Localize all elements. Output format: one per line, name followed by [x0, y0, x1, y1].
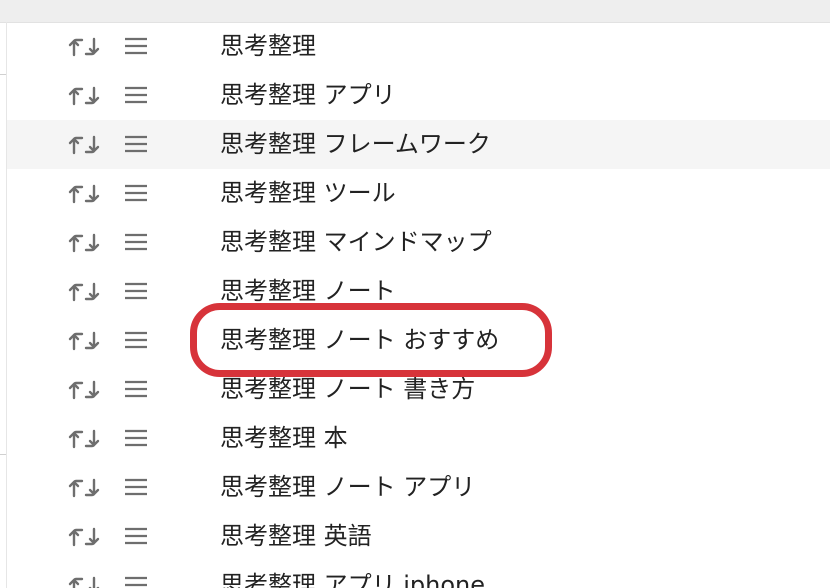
suggestion-row-highlighted[interactable]: 思考整理 ノート おすすめ: [7, 316, 830, 365]
menu-icon[interactable]: [124, 428, 148, 448]
menu-icon[interactable]: [124, 183, 148, 203]
retweet-icon[interactable]: [67, 183, 101, 205]
suggestion-keyword[interactable]: 思考整理 ノート: [220, 276, 396, 306]
menu-icon[interactable]: [124, 330, 148, 350]
suggestion-row[interactable]: 思考整理: [7, 22, 830, 71]
retweet-icon[interactable]: [67, 477, 101, 499]
suggestion-keyword[interactable]: 思考整理 ノート アプリ: [220, 472, 475, 502]
suggestion-list: 思考整理 思考整理 アプリ 思考整理 フレームワーク 思考整理 ツール 思考整理…: [7, 22, 830, 588]
suggestion-row[interactable]: 思考整理 アプリ iphone: [7, 561, 830, 588]
menu-icon[interactable]: [124, 36, 148, 56]
suggestion-row[interactable]: 思考整理 ノート 書き方: [7, 365, 830, 414]
suggestion-row[interactable]: 思考整理 マインドマップ: [7, 218, 830, 267]
retweet-icon[interactable]: [67, 281, 101, 303]
retweet-icon[interactable]: [67, 36, 101, 58]
menu-icon[interactable]: [124, 134, 148, 154]
retweet-icon[interactable]: [67, 428, 101, 450]
retweet-icon[interactable]: [67, 232, 101, 254]
retweet-icon[interactable]: [67, 134, 101, 156]
left-panel-divider: [0, 74, 6, 75]
suggestion-keyword[interactable]: 思考整理 英語: [220, 521, 372, 551]
suggestion-keyword[interactable]: 思考整理: [220, 31, 316, 61]
menu-icon[interactable]: [124, 281, 148, 301]
retweet-icon[interactable]: [67, 575, 101, 588]
menu-icon[interactable]: [124, 477, 148, 497]
menu-icon[interactable]: [124, 232, 148, 252]
menu-icon[interactable]: [124, 526, 148, 546]
suggestion-keyword[interactable]: 思考整理 ノート 書き方: [220, 374, 475, 404]
suggestion-row[interactable]: 思考整理 ノート: [7, 267, 830, 316]
suggestion-row[interactable]: 思考整理 アプリ: [7, 71, 830, 120]
header-band: [0, 0, 830, 23]
suggestion-keyword[interactable]: 思考整理 マインドマップ: [220, 227, 492, 257]
left-panel-divider: [0, 454, 6, 455]
suggestion-row[interactable]: 思考整理 英語: [7, 512, 830, 561]
suggestion-keyword[interactable]: 思考整理 ツール: [220, 178, 396, 208]
menu-icon[interactable]: [124, 85, 148, 105]
suggestion-keyword[interactable]: 思考整理 アプリ: [220, 80, 396, 110]
retweet-icon[interactable]: [67, 379, 101, 401]
suggestion-row[interactable]: 思考整理 本: [7, 414, 830, 463]
menu-icon[interactable]: [124, 575, 148, 588]
retweet-icon[interactable]: [67, 85, 101, 107]
menu-icon[interactable]: [124, 379, 148, 399]
suggestion-row-hovered[interactable]: 思考整理 フレームワーク: [7, 120, 830, 169]
keyword-suggestion-screen: 思考整理 思考整理 アプリ 思考整理 フレームワーク 思考整理 ツール 思考整理…: [0, 0, 830, 588]
retweet-icon[interactable]: [67, 526, 101, 548]
suggestion-keyword[interactable]: 思考整理 フレームワーク: [220, 129, 491, 159]
suggestion-keyword[interactable]: 思考整理 本: [220, 423, 348, 453]
suggestion-row[interactable]: 思考整理 ノート アプリ: [7, 463, 830, 512]
suggestion-keyword[interactable]: 思考整理 アプリ iphone: [220, 570, 485, 588]
suggestion-keyword[interactable]: 思考整理 ノート おすすめ: [220, 325, 499, 355]
retweet-icon[interactable]: [67, 330, 101, 352]
suggestion-row[interactable]: 思考整理 ツール: [7, 169, 830, 218]
